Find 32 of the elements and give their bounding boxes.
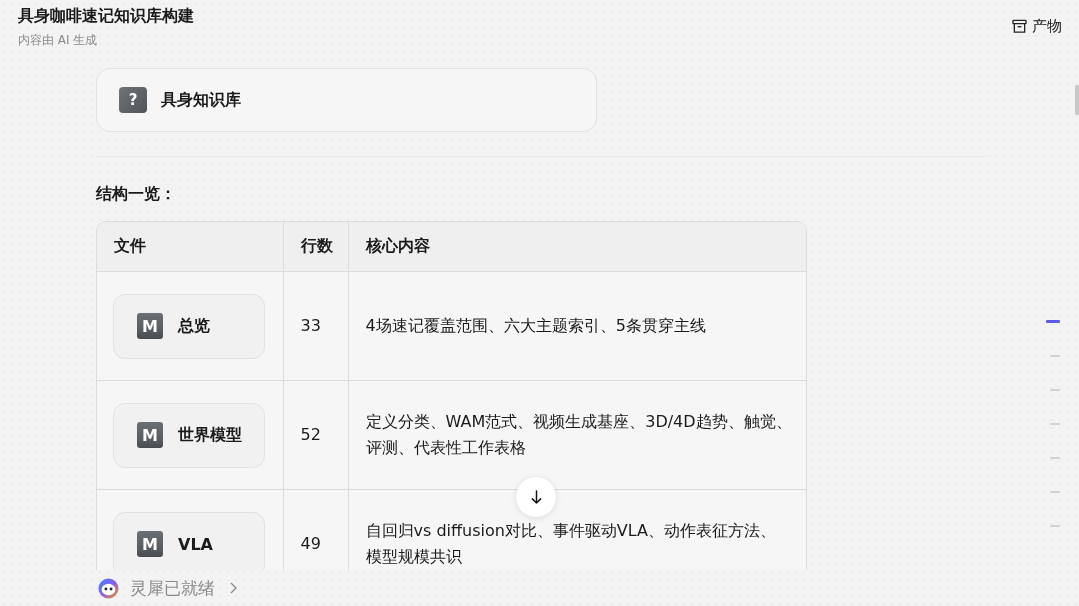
markdown-file-icon: M xyxy=(137,313,163,339)
markdown-file-icon: M xyxy=(137,531,163,557)
assistant-logo-icon xyxy=(98,577,119,599)
chevron-right-icon xyxy=(230,582,237,594)
artifacts-button[interactable]: 产物 xyxy=(1012,17,1062,36)
table-cell: 49 xyxy=(283,489,348,570)
table-cell: 52 xyxy=(283,380,348,490)
file-chip[interactable]: M 世界模型 xyxy=(113,402,265,468)
section-marker[interactable] xyxy=(1050,389,1060,391)
column-header: 核心内容 xyxy=(348,222,806,272)
table-cell: 4场速记覆盖范围、六大主题索引、5条贯穿主线 xyxy=(348,271,806,381)
page-title: 具身咖啡速记知识库构建 xyxy=(18,5,194,27)
section-marker[interactable] xyxy=(1050,491,1060,493)
table-cell: 33 xyxy=(283,271,348,381)
knowledge-base-card[interactable]: ? 具身知识库 xyxy=(96,68,597,132)
question-icon: ? xyxy=(119,87,147,113)
arrow-down-icon xyxy=(530,489,542,505)
archive-icon xyxy=(1012,19,1027,34)
file-chip[interactable]: M 总览 xyxy=(113,293,265,359)
column-header: 行数 xyxy=(283,222,348,272)
markdown-file-icon: M xyxy=(137,422,163,448)
section-marker[interactable] xyxy=(1050,525,1060,527)
section-marker[interactable] xyxy=(1050,423,1060,425)
section-marker[interactable] xyxy=(1050,355,1060,357)
section-marker[interactable] xyxy=(1046,320,1060,323)
section-heading: 结构一览： xyxy=(96,183,176,205)
card-title: 具身知识库 xyxy=(161,89,241,111)
scrollbar-thumb[interactable] xyxy=(1075,85,1079,115)
file-chip[interactable]: M VLA xyxy=(113,511,265,570)
ai-notice: 内容由 AI 生成 xyxy=(18,32,98,48)
section-marker[interactable] xyxy=(1050,457,1060,459)
column-header: 文件 xyxy=(97,222,283,272)
